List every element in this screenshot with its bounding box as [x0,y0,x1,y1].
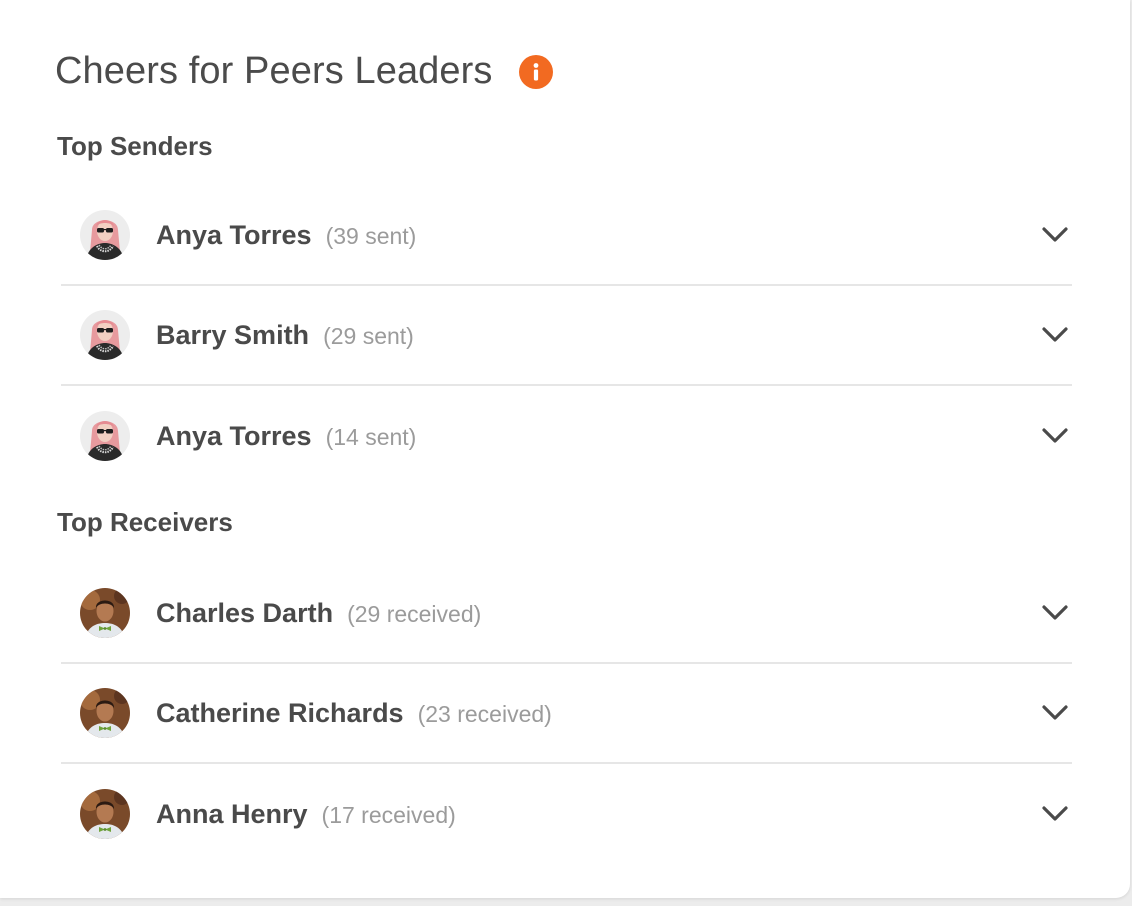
avatar [80,588,130,638]
widget-title: Cheers for Peers Leaders [55,50,493,92]
receiver-row[interactable]: Catherine Richards (23 received) [61,664,1072,764]
receiver-count: (29 received) [347,600,482,627]
receiver-name: Charles Darth (29 received) [156,598,481,629]
receiver-count: (17 received) [321,801,456,828]
receiver-count: (23 received) [417,700,552,727]
avatar [80,411,130,461]
avatar [80,688,130,738]
top-senders-list: Anya Torres (39 sent) Barry Smith (29 sent… [61,186,1072,486]
info-icon[interactable] [518,54,553,89]
title-row: Cheers for Peers Leaders [55,50,553,93]
avatar [80,310,130,360]
chevron-down-icon[interactable] [1040,598,1070,628]
receiver-name: Catherine Richards (23 received) [156,698,552,729]
top-senders-heading: Top Senders [57,131,213,161]
top-receivers-heading: Top Receivers [57,507,233,537]
receiver-name-text: Catherine Richards [156,697,404,728]
sender-row[interactable]: Anya Torres (14 sent) [61,386,1072,486]
avatar [80,210,130,260]
chevron-down-icon[interactable] [1040,799,1070,829]
avatar [80,789,130,839]
chevron-down-icon[interactable] [1040,320,1070,350]
chevron-down-icon[interactable] [1040,421,1070,451]
sender-name: Anya Torres (39 sent) [156,220,416,251]
sender-row[interactable]: Barry Smith (29 sent) [61,286,1072,386]
receiver-row[interactable]: Anna Henry (17 received) [61,764,1072,864]
chevron-down-icon[interactable] [1040,698,1070,728]
sender-row[interactable]: Anya Torres (39 sent) [61,186,1072,286]
sender-name-text: Anya Torres [156,219,312,250]
sender-name: Barry Smith (29 sent) [156,320,414,351]
receiver-row[interactable]: Charles Darth (29 received) [61,564,1072,664]
sender-name-text: Anya Torres [156,420,312,451]
sender-count: (39 sent) [325,222,417,249]
sender-count: (14 sent) [325,423,417,450]
receiver-name: Anna Henry (17 received) [156,799,456,830]
sender-name: Anya Torres (14 sent) [156,421,416,452]
leaders-card: Cheers for Peers Leaders Top Senders Any… [0,0,1130,898]
chevron-down-icon[interactable] [1040,220,1070,250]
sender-name-text: Barry Smith [156,319,310,350]
receiver-name-text: Charles Darth [156,597,334,628]
top-receivers-list: Charles Darth (29 received) Catherine Ric… [61,564,1072,864]
receiver-name-text: Anna Henry [156,798,308,829]
sender-count: (29 sent) [323,322,414,349]
